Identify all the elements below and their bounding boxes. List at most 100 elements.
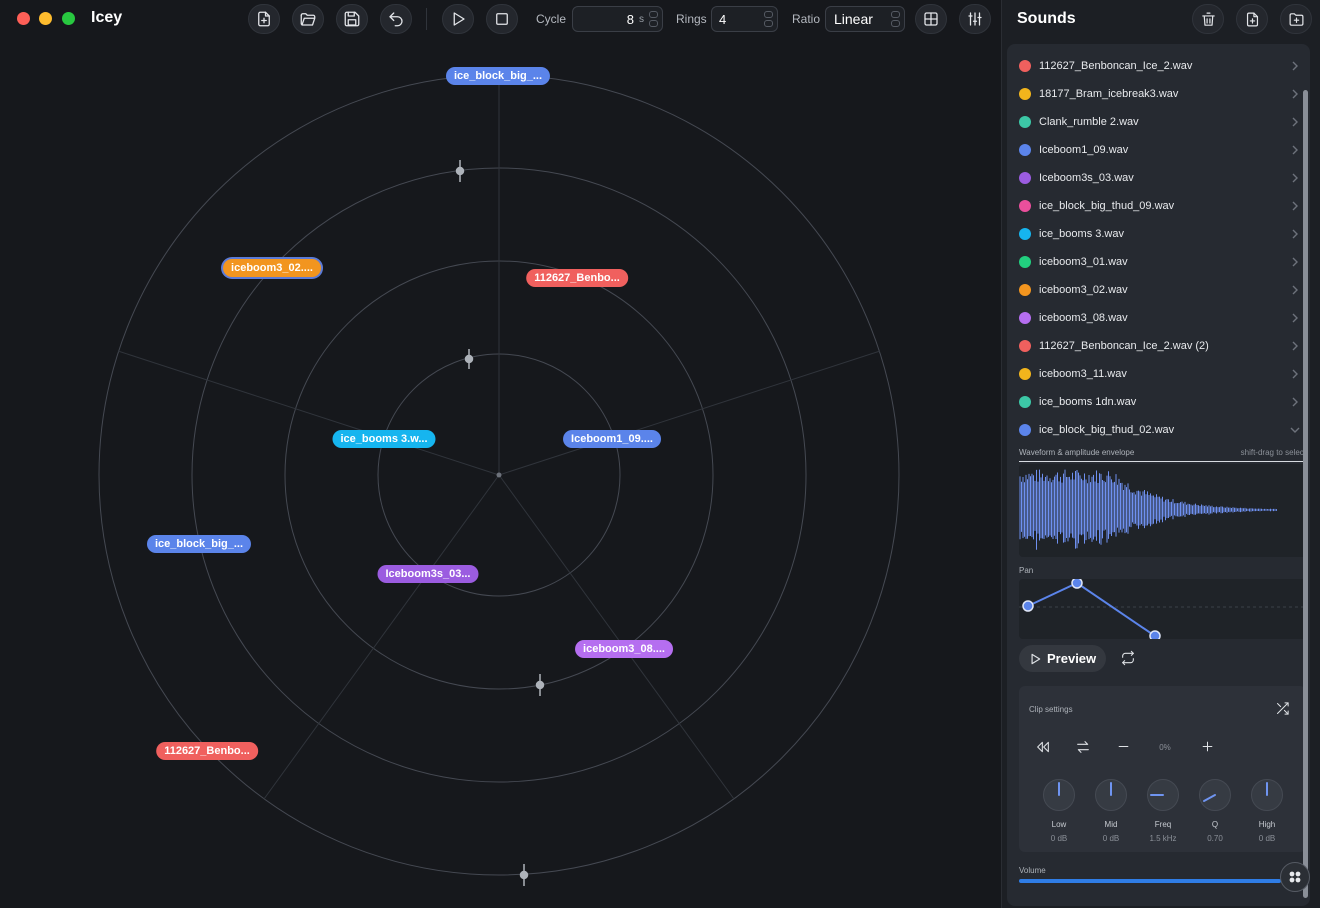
clip-pill[interactable]: ice_block_big_...	[146, 535, 252, 553]
chevron-down-icon[interactable]	[1290, 424, 1300, 436]
clip-pill[interactable]: 112627_Benbo...	[156, 742, 258, 760]
sound-list-item[interactable]: 112627_Benboncan_Ice_2.wav (2)	[1007, 332, 1310, 360]
freq-knob[interactable]	[1147, 779, 1179, 811]
rings-stepper[interactable]	[764, 11, 773, 27]
pan-point-handle[interactable]	[1022, 600, 1034, 612]
sound-list-item[interactable]: ice_booms 1dn.wav	[1007, 388, 1310, 416]
mixer-button[interactable]	[959, 4, 991, 34]
polar-sequencer-canvas[interactable]: ice_block_big_... iceboom3_02.... 112627…	[0, 38, 1000, 908]
chevron-right-icon[interactable]	[1290, 228, 1300, 240]
play-button[interactable]	[442, 4, 474, 34]
clip-pill[interactable]: Iceboom3s_03...	[377, 565, 479, 583]
clip-pill[interactable]: Iceboom1_09....	[563, 430, 661, 448]
save-button[interactable]	[336, 4, 368, 34]
sound-list-item[interactable]: ice_block_big_thud_09.wav	[1007, 192, 1310, 220]
clip-pill[interactable]: iceboom3_08....	[575, 640, 673, 658]
save-icon	[344, 11, 360, 27]
chevron-right-icon[interactable]	[1290, 60, 1300, 72]
chevron-right-icon[interactable]	[1290, 340, 1300, 352]
sound-list-item[interactable]: iceboom3_11.wav	[1007, 360, 1310, 388]
clip-pill[interactable]: ice_block_big_...	[445, 67, 551, 85]
clip-settings-label: Clip settings	[1029, 705, 1073, 714]
chevron-right-icon[interactable]	[1290, 88, 1300, 100]
clip-pill[interactable]: ice_booms 3.w...	[332, 430, 436, 448]
sound-name: 112627_Benboncan_Ice_2.wav	[1039, 60, 1193, 72]
sound-name: iceboom3_11.wav	[1039, 368, 1127, 380]
sound-list-item[interactable]: ice_booms 3.wav	[1007, 220, 1310, 248]
chevron-right-icon[interactable]	[1290, 172, 1300, 184]
q-knob[interactable]	[1199, 779, 1231, 811]
chevron-right-icon[interactable]	[1290, 284, 1300, 296]
ring-grid	[98, 74, 900, 886]
pan-envelope-editor[interactable]	[1019, 577, 1306, 642]
chevron-right-icon[interactable]	[1290, 396, 1300, 408]
playhead-marker[interactable]	[519, 864, 529, 886]
rewind-icon	[1037, 741, 1049, 753]
reverse-button[interactable]	[1075, 739, 1091, 760]
low-eq-knob[interactable]	[1043, 779, 1075, 811]
decrease-gain-button[interactable]	[1116, 739, 1131, 759]
stop-button[interactable]	[486, 4, 518, 34]
sound-list-item[interactable]: iceboom3_08.wav	[1007, 304, 1310, 332]
drag-handle-button[interactable]	[1280, 862, 1310, 892]
rings-input[interactable]: 4	[711, 6, 778, 32]
chevron-right-icon[interactable]	[1290, 144, 1300, 156]
sound-list-item[interactable]: Iceboom3s_03.wav	[1007, 164, 1310, 192]
sound-color-dot	[1019, 312, 1031, 324]
sound-list-item[interactable]: Clank_rumble 2.wav	[1007, 108, 1310, 136]
toolbar: Icey Cycle 8 s Rings 4 Ratio Linear	[0, 0, 1000, 38]
knob-indicator	[1266, 782, 1268, 796]
spoke-line	[263, 474, 500, 800]
pan-point-handle[interactable]	[1149, 630, 1161, 642]
playhead-marker[interactable]	[464, 349, 474, 369]
waveform-view[interactable]	[1019, 464, 1306, 557]
volume-slider[interactable]	[1019, 879, 1281, 883]
add-sound-button[interactable]	[1236, 4, 1268, 34]
chevron-right-icon[interactable]	[1290, 368, 1300, 380]
add-folder-button[interactable]	[1280, 4, 1312, 34]
chevron-right-icon[interactable]	[1290, 116, 1300, 128]
playhead-marker[interactable]	[535, 674, 545, 696]
playhead-marker[interactable]	[455, 160, 465, 182]
chevron-right-icon[interactable]	[1290, 256, 1300, 268]
high-eq-knob[interactable]	[1251, 779, 1283, 811]
zoom-window-button[interactable]	[62, 12, 75, 25]
sounds-sidebar: Sounds 112627_Benboncan_Ice_2.wav 18177_B…	[1001, 0, 1320, 908]
cycle-input[interactable]: 8 s	[572, 6, 663, 32]
sound-list-item[interactable]: iceboom3_02.wav	[1007, 276, 1310, 304]
rewind-button[interactable]	[1035, 739, 1051, 760]
sound-list-item[interactable]: ice_block_big_thud_02.wav	[1007, 416, 1310, 444]
pan-label: Pan	[1019, 566, 1034, 575]
clip-pill[interactable]: 112627_Benbo...	[526, 269, 628, 287]
close-window-button[interactable]	[17, 12, 30, 25]
sound-list-item[interactable]: 18177_Bram_icebreak3.wav	[1007, 80, 1310, 108]
ratio-select[interactable]: Linear	[825, 6, 905, 32]
scrollbar[interactable]	[1303, 90, 1308, 898]
chevron-right-icon[interactable]	[1290, 200, 1300, 212]
chevron-right-icon[interactable]	[1290, 312, 1300, 324]
loop-toggle-button[interactable]	[1120, 650, 1136, 671]
sound-name: ice_block_big_thud_02.wav	[1039, 424, 1175, 436]
clip-settings-panel: Clip settings 0% Low 0 dB Mid 0 dB Freq …	[1019, 686, 1306, 852]
undo-button[interactable]	[380, 4, 412, 34]
mid-eq-knob[interactable]	[1095, 779, 1127, 811]
pan-point-handle[interactable]	[1071, 577, 1083, 589]
delete-sound-button[interactable]	[1192, 4, 1224, 34]
sound-color-dot	[1019, 200, 1031, 212]
undo-icon	[389, 12, 403, 27]
preview-button[interactable]: Preview	[1019, 645, 1106, 672]
grid-view-button[interactable]	[915, 4, 947, 34]
sound-list-item[interactable]: 112627_Benboncan_Ice_2.wav	[1007, 52, 1310, 80]
minimize-window-button[interactable]	[39, 12, 52, 25]
play-icon	[453, 12, 465, 26]
shuffle-button[interactable]	[1275, 701, 1290, 721]
knob-label: High	[1258, 820, 1276, 829]
clip-pill-selected[interactable]: iceboom3_02....	[223, 259, 321, 277]
cycle-stepper[interactable]	[649, 11, 658, 27]
sound-list-item[interactable]: iceboom3_01.wav	[1007, 248, 1310, 276]
open-folder-button[interactable]	[292, 4, 324, 34]
increase-gain-button[interactable]	[1200, 739, 1215, 759]
center-point	[496, 472, 502, 478]
sound-list-item[interactable]: Iceboom1_09.wav	[1007, 136, 1310, 164]
new-file-button[interactable]	[248, 4, 280, 34]
